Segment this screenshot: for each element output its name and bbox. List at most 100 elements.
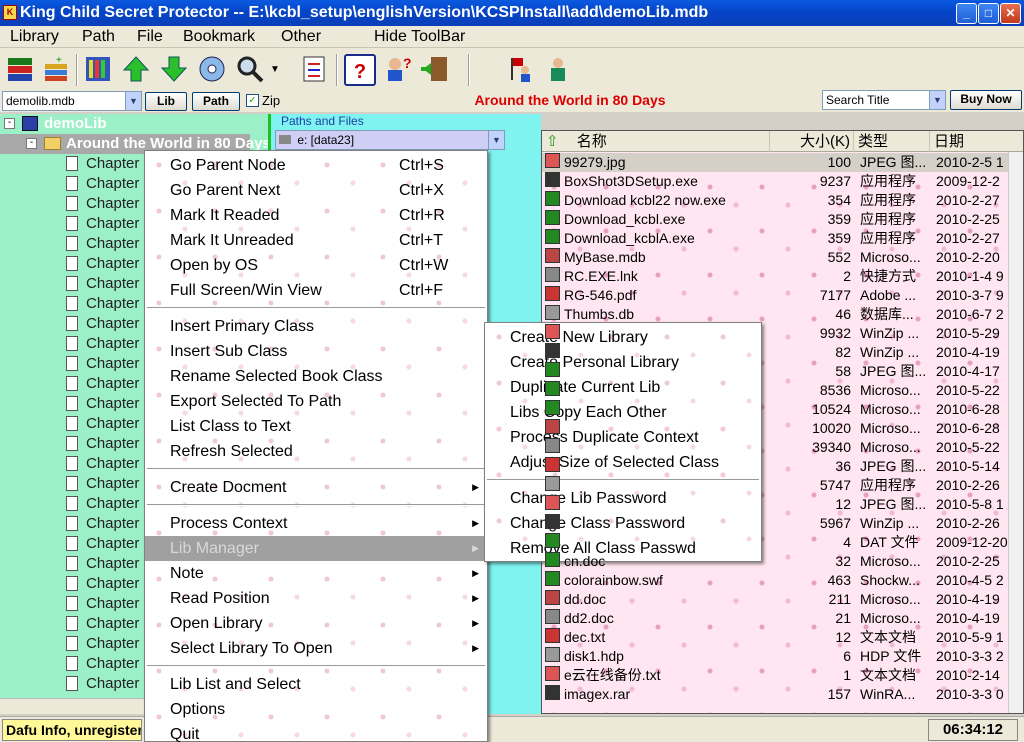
add-book-icon[interactable]: + — [40, 54, 72, 86]
chevron-down-icon[interactable]: ▼ — [488, 131, 504, 149]
file-row[interactable]: Download kcbl22 now.exe 354 应用程序 2010-2-27 — [542, 191, 1012, 210]
file-row[interactable]: Thumbs.db 46 数据库... 2010-6-7 2 — [542, 305, 1012, 324]
file-list-scrollbar[interactable] — [1008, 152, 1023, 713]
menu-item-rename-selected-book-class[interactable]: Rename Selected Book Class — [145, 364, 485, 389]
file-row[interactable]: 10524 Microso... 2010-6-28 — [542, 400, 1012, 419]
lib-button[interactable]: Lib — [145, 92, 187, 111]
menu-item-open-by-os[interactable]: Open by OS Ctrl+W — [145, 253, 485, 278]
menu-item-options[interactable]: Options — [145, 697, 485, 722]
file-row[interactable]: 8536 Microso... 2010-5-22 — [542, 381, 1012, 400]
file-row[interactable]: 10020 Microso... 2010-6-28 — [542, 419, 1012, 438]
app-icon[interactable]: K — [3, 5, 17, 20]
menu-item-go-parent-node[interactable]: Go Parent Node Ctrl+S — [145, 153, 485, 178]
menu-path[interactable]: Path — [82, 27, 115, 47]
library-combo[interactable]: demolib.mdb ▼ — [2, 91, 142, 111]
disc-icon[interactable] — [196, 54, 228, 86]
col-type[interactable]: 类型 — [854, 131, 930, 152]
file-row[interactable]: 99279.jpg 100 JPEG 图... 2010-2-5 1 — [542, 153, 1012, 172]
checklist-icon[interactable] — [298, 54, 330, 86]
menu-item-go-parent-next[interactable]: Go Parent Next Ctrl+X — [145, 178, 485, 203]
search-icon[interactable] — [234, 54, 266, 86]
person-icon[interactable] — [542, 54, 574, 86]
file-row[interactable]: 5747 应用程序 2010-2-26 — [542, 476, 1012, 495]
file-size: 12 — [835, 496, 851, 512]
exit-door-icon[interactable] — [420, 54, 452, 86]
menu-item-insert-sub-class[interactable]: Insert Sub Class — [145, 339, 485, 364]
menu-item-lib-list-and-select[interactable]: Lib List and Select — [145, 672, 485, 697]
file-row[interactable]: 58 JPEG 图... 2010-4-17 — [542, 362, 1012, 381]
path-button[interactable]: Path — [192, 92, 240, 111]
menu-item-full-screen-win-view[interactable]: Full Screen/Win View Ctrl+F — [145, 278, 485, 303]
file-row[interactable]: BoxShot3DSetup.exe 9237 应用程序 2009-12-2 — [542, 172, 1012, 191]
maximize-button[interactable]: □ — [978, 3, 999, 24]
menu-item-quit[interactable]: Quit — [145, 722, 485, 742]
minimize-button[interactable]: _ — [956, 3, 977, 24]
up-folder-icon[interactable]: ⇧ — [546, 133, 559, 150]
tree-chapter-label: Chapter — [86, 175, 140, 192]
collapse-icon[interactable]: - — [26, 138, 37, 149]
file-row[interactable]: 82 WinZip ... 2010-4-19 — [542, 343, 1012, 362]
buy-now-button[interactable]: Buy Now — [950, 90, 1022, 110]
dropdown-arrow-icon[interactable]: ▼ — [268, 54, 282, 86]
menu-bookmark[interactable]: Bookmark — [183, 27, 255, 47]
menu-file[interactable]: File — [137, 27, 163, 47]
menu-item-create-docment[interactable]: Create Docment ▶ — [145, 475, 485, 500]
file-row[interactable]: RG-546.pdf 7177 Adobe ... 2010-3-7 9 — [542, 286, 1012, 305]
menu-item-mark-it-unreaded[interactable]: Mark It Unreaded Ctrl+T — [145, 228, 485, 253]
file-row[interactable]: RC.EXE.lnk 2 快捷方式 2010-1-4 9 — [542, 267, 1012, 286]
file-row[interactable]: 36 JPEG 图... 2010-5-14 — [542, 457, 1012, 476]
help-icon[interactable]: ? — [344, 54, 376, 86]
flag-person-icon[interactable] — [504, 54, 536, 86]
chevron-down-icon[interactable]: ▼ — [125, 92, 141, 110]
menu-hide-toolbar[interactable]: Hide ToolBar — [374, 27, 465, 47]
file-row[interactable]: disk1.hdp 6 HDP 文件 2010-3-3 2 — [542, 647, 1012, 666]
file-row[interactable]: 4 DAT 文件 2009-12-20 — [542, 533, 1012, 552]
file-row[interactable]: Download_kcbl.exe 359 应用程序 2010-2-25 — [542, 210, 1012, 229]
menu-item-mark-it-readed[interactable]: Mark It Readed Ctrl+R — [145, 203, 485, 228]
drive-combo[interactable]: e: [data23] ▼ — [275, 130, 505, 150]
bookcase-icon[interactable] — [82, 54, 114, 86]
menu-item-refresh-selected[interactable]: Refresh Selected — [145, 439, 485, 464]
file-row[interactable]: imagex.rar 157 WinRA... 2010-3-3 0 — [542, 685, 1012, 704]
menu-item-insert-primary-class[interactable]: Insert Primary Class — [145, 314, 485, 339]
menu-item-note[interactable]: Note ▶ — [145, 561, 485, 586]
menu-library[interactable]: Library — [10, 27, 59, 47]
menu-item-process-context[interactable]: Process Context ▶ — [145, 511, 485, 536]
file-row[interactable]: dd.doc 211 Microso... 2010-4-19 — [542, 590, 1012, 609]
arrow-down-icon[interactable] — [158, 54, 190, 86]
zip-checkbox[interactable]: ✓ — [246, 94, 259, 107]
file-row[interactable]: e云在线备份.txt 1 文本文档 2010-2-14 — [542, 666, 1012, 685]
search-combo[interactable]: Search Title ▼ — [822, 90, 946, 110]
question-person-icon[interactable]: ? — [382, 54, 414, 86]
menu-item-select-library-to-open[interactable]: Select Library To Open ▶ — [145, 636, 485, 661]
collapse-icon[interactable]: - — [4, 118, 15, 129]
col-name[interactable]: ⇧ 名称 — [542, 131, 770, 152]
file-row[interactable]: dd2.doc 21 Microso... 2010-4-19 — [542, 609, 1012, 628]
file-row[interactable]: MyBase.mdb 552 Microso... 2010-2-20 — [542, 248, 1012, 267]
menu-item-list-class-to-text[interactable]: List Class to Text — [145, 414, 485, 439]
col-date[interactable]: 日期 — [930, 131, 1023, 152]
chapter-icon — [66, 656, 78, 671]
file-row[interactable]: 9932 WinZip ... 2010-5-29 — [542, 324, 1012, 343]
file-row[interactable]: 39340 Microso... 2010-5-22 — [542, 438, 1012, 457]
menu-item-open-library[interactable]: Open Library ▶ — [145, 611, 485, 636]
file-row[interactable]: dec.txt 12 文本文档 2010-5-9 1 — [542, 628, 1012, 647]
close-button[interactable]: ✕ — [1000, 3, 1021, 24]
menu-item-label: Export Selected To Path — [170, 393, 342, 410]
file-row[interactable]: 5967 WinZip ... 2010-2-26 — [542, 514, 1012, 533]
file-row[interactable]: cn.doc 32 Microso... 2010-2-25 — [542, 552, 1012, 571]
file-row[interactable]: Download_kcblA.exe 359 应用程序 2010-2-27 — [542, 229, 1012, 248]
file-row[interactable]: 12 JPEG 图... 2010-5-8 1 — [542, 495, 1012, 514]
col-size[interactable]: 大小(K) — [770, 131, 854, 152]
file-date: 2010-2-20 — [936, 249, 1000, 265]
library-books-icon[interactable] — [4, 54, 36, 86]
chevron-down-icon[interactable]: ▼ — [929, 91, 945, 109]
menu-item-export-selected-to-path[interactable]: Export Selected To Path — [145, 389, 485, 414]
chapter-icon — [66, 216, 78, 231]
menu-other[interactable]: Other — [281, 27, 321, 47]
file-row[interactable]: colorainbow.swf 463 Shockw... 2010-4-5 2 — [542, 571, 1012, 590]
arrow-up-icon[interactable] — [120, 54, 152, 86]
menu-item-lib-manager[interactable]: Lib Manager ▶ — [145, 536, 485, 561]
menu-item-read-position[interactable]: Read Position ▶ — [145, 586, 485, 611]
tree-root[interactable]: - demoLib — [0, 114, 268, 134]
